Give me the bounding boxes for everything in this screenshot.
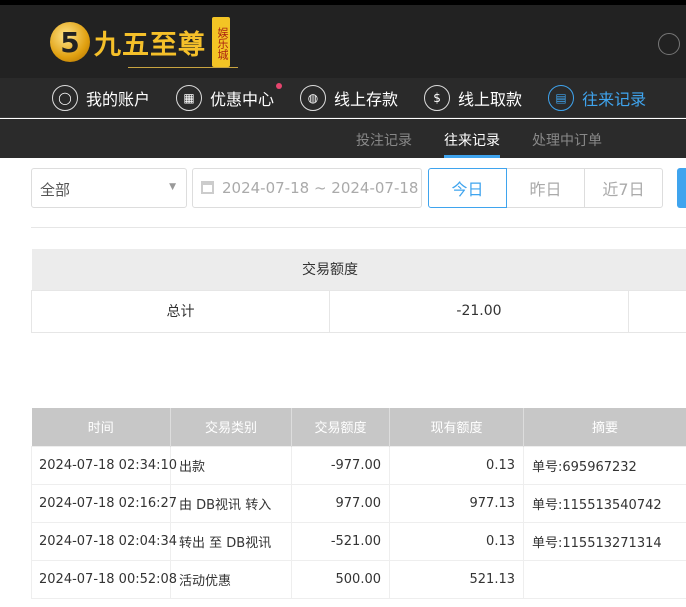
logo-emblem: 5 <box>50 22 90 62</box>
tab-transaction-records[interactable]: 往来记录 <box>444 130 500 158</box>
cell-time: 2024-07-18 02:16:27 <box>31 483 177 523</box>
cell-balance: 0.13 <box>389 445 524 485</box>
cell-amount: 500.00 <box>291 559 390 599</box>
yesterday-button[interactable]: 昨日 <box>506 168 585 208</box>
col-time: 时间 <box>31 408 171 446</box>
cell-time: 2024-07-18 00:52:08 <box>31 559 177 599</box>
summary-table: 交易额度 总计 -21.00 <box>31 249 686 333</box>
divider <box>31 227 686 228</box>
summary-amount: -21.00 <box>329 289 629 333</box>
tab-bet-records[interactable]: 投注记录 <box>356 130 412 150</box>
type-select[interactable]: 全部 ▼ <box>31 168 187 208</box>
cell-balance: 521.13 <box>389 559 524 599</box>
nav-label: 线上存款 <box>334 89 399 109</box>
user-profile-icon[interactable] <box>658 33 680 55</box>
cell-amount: -521.00 <box>291 521 390 561</box>
summary-header: 交易额度 <box>31 249 629 290</box>
summary-header-extra <box>628 249 686 290</box>
table-row: 2024-07-18 02:34:10 出款 -977.00 0.13 单号:69596… <box>31 445 686 485</box>
logo-text: 九五至尊 <box>94 29 206 61</box>
nav-records[interactable]: ▤ 往来记录 <box>548 84 647 111</box>
logo[interactable]: 5 九五至尊 娱乐城 <box>50 17 238 68</box>
search-button[interactable] <box>677 168 686 208</box>
header: 5 九五至尊 娱乐城 <box>0 5 686 78</box>
record-icon: ▤ <box>548 84 575 111</box>
notification-dot <box>276 82 283 89</box>
last-7-days-button[interactable]: 近7日 <box>584 168 663 208</box>
table-header-row: 时间 交易类别 交易额度 现有额度 摘要 <box>31 408 686 446</box>
nav-label: 优惠中心 <box>210 89 275 109</box>
main-nav: ◯ 我的账户 ▦ 优惠中心 ◍ 线上存款 $ 线上取款 ▤ 往来记录 <box>0 78 686 118</box>
today-button[interactable]: 今日 <box>428 168 507 208</box>
cell-type: 由 DB视讯 转入 <box>170 483 292 523</box>
sub-nav: 投注记录 往来记录 处理中订单 <box>0 119 686 158</box>
nav-withdraw[interactable]: $ 线上取款 <box>424 84 523 111</box>
col-balance: 现有额度 <box>389 408 524 446</box>
date-range-value: 2024-07-18 ~ 2024-07-18 <box>222 179 419 197</box>
date-range-input[interactable]: 2024-07-18 ~ 2024-07-18 <box>192 168 422 208</box>
cell-type: 活动优惠 <box>170 559 292 599</box>
table-row: 2024-07-18 02:16:27 由 DB视讯 转入 977.00 977.13… <box>31 483 686 523</box>
cell-amount: -977.00 <box>291 445 390 485</box>
tab-pending-orders[interactable]: 处理中订单 <box>532 130 602 150</box>
summary-label: 总计 <box>31 289 330 333</box>
nav-label: 我的账户 <box>86 89 151 109</box>
nav-label: 往来记录 <box>582 89 647 109</box>
nav-label: 线上取款 <box>458 89 523 109</box>
nav-deposit[interactable]: ◍ 线上存款 <box>300 84 399 111</box>
withdraw-icon: $ <box>424 84 451 111</box>
transactions-table: 时间 交易类别 交易额度 现有额度 摘要 2024-07-18 02:34:10… <box>31 408 686 599</box>
quick-range-group: 今日 昨日 近7日 <box>428 168 663 208</box>
calendar-icon <box>201 181 214 194</box>
col-summary: 摘要 <box>523 408 686 446</box>
cell-summary <box>523 559 686 599</box>
type-select-value: 全部 <box>40 181 71 199</box>
col-type: 交易类别 <box>170 408 292 446</box>
nav-my-account[interactable]: ◯ 我的账户 <box>52 84 151 111</box>
table-row: 2024-07-18 02:04:34 转出 至 DB视讯 -521.00 0.13 单… <box>31 521 686 561</box>
table-row: 2024-07-18 00:52:08 活动优惠 500.00 521.13 <box>31 559 686 599</box>
summary-extra <box>628 289 686 333</box>
cell-time: 2024-07-18 02:04:34 <box>31 521 177 561</box>
cell-amount: 977.00 <box>291 483 390 523</box>
chevron-down-icon: ▼ <box>169 182 176 192</box>
nav-promotions[interactable]: ▦ 优惠中心 <box>176 82 283 111</box>
gift-icon: ▦ <box>176 84 203 111</box>
cell-balance: 977.13 <box>389 483 524 523</box>
cell-summary: 单号:695967232 <box>523 445 686 485</box>
logo-badge: 娱乐城 <box>212 17 230 67</box>
cell-balance: 0.13 <box>389 521 524 561</box>
cell-summary: 单号:115513271314 <box>523 521 686 561</box>
col-amount: 交易额度 <box>291 408 390 446</box>
cell-time: 2024-07-18 02:34:10 <box>31 445 177 485</box>
cell-summary: 单号:115513540742 <box>523 483 686 523</box>
user-icon: ◯ <box>52 84 78 111</box>
cell-type: 出款 <box>170 445 292 485</box>
deposit-icon: ◍ <box>300 84 327 111</box>
logo-ornament <box>128 67 238 68</box>
cell-type: 转出 至 DB视讯 <box>170 521 292 561</box>
